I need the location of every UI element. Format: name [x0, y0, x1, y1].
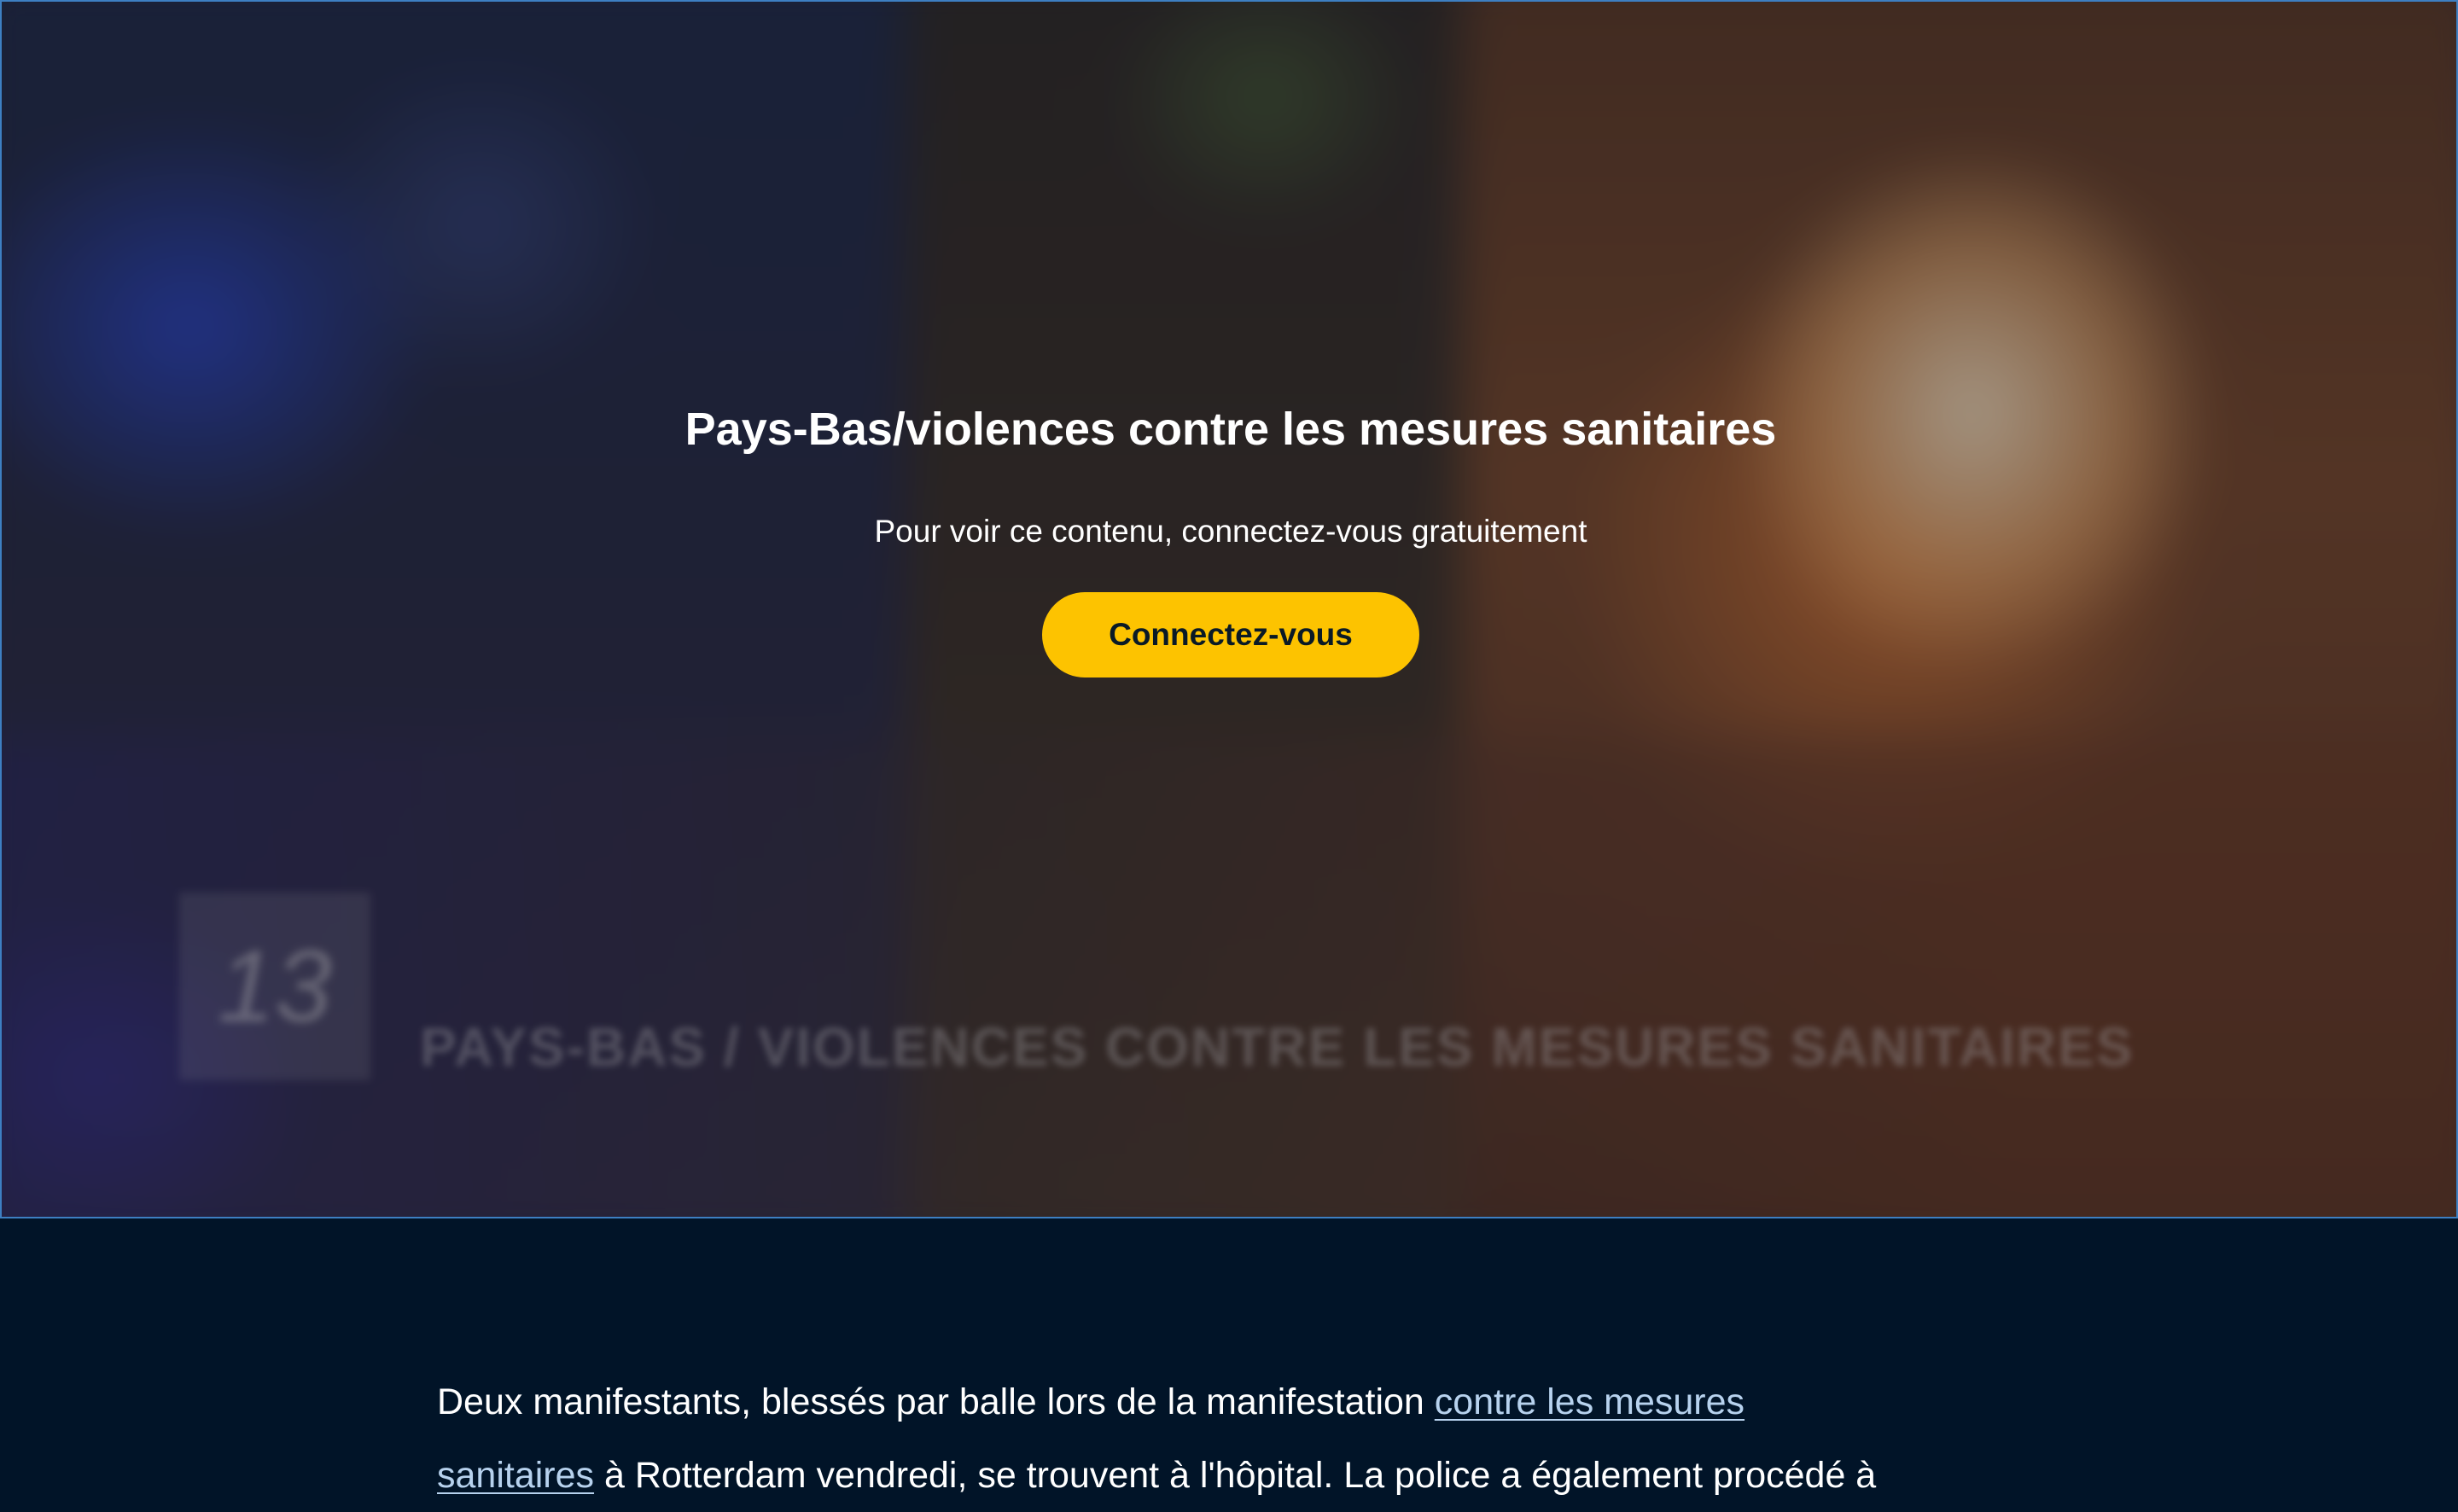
link-text-part2: sanitaires	[437, 1455, 595, 1496]
video-login-prompt: Pour voir ce contenu, connectez-vous gra…	[874, 514, 1587, 549]
article-text-after-link: à Rotterdam vendredi, se trouvent à l'hô…	[594, 1455, 1877, 1496]
video-player[interactable]: 13 PAYS-BAS / VIOLENCES CONTRE LES MESUR…	[0, 0, 2458, 1218]
article-body: Deux manifestants, blessés par balle lor…	[437, 1365, 2042, 1512]
login-button[interactable]: Connectez-vous	[1042, 592, 1419, 677]
link-text-part1: contre les mesures	[1434, 1381, 1745, 1422]
login-overlay: Pays-Bas/violences contre les mesures sa…	[2, 2, 2456, 1217]
article-paragraph: Deux manifestants, blessés par balle lor…	[437, 1365, 2042, 1512]
article-text-before-link: Deux manifestants, blessés par balle lor…	[437, 1381, 1435, 1422]
video-title: Pays-Bas/violences contre les mesures sa…	[684, 404, 1777, 455]
